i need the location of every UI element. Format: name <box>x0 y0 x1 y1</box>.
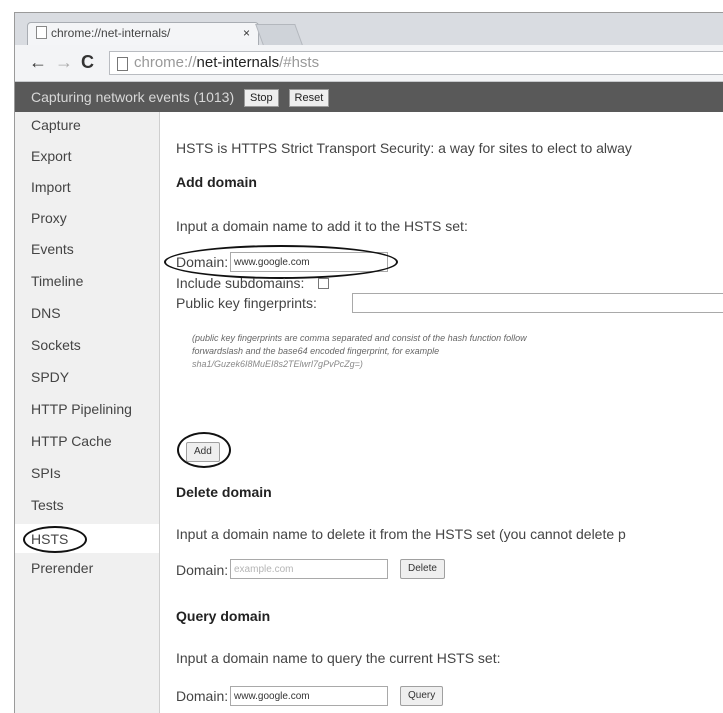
sidebar-item-spis[interactable]: SPIs <box>15 464 159 496</box>
query-domain-description: Input a domain name to query the current… <box>176 650 501 666</box>
sidebar-item-label: SPDY <box>31 369 70 385</box>
tab-title: chrome://net-internals/ <box>51 26 171 40</box>
sidebar-item-timeline[interactable]: Timeline <box>15 272 159 304</box>
sidebar-item-label: DNS <box>31 305 61 321</box>
hsts-intro-text: HSTS is HTTPS Strict Transport Security:… <box>176 140 632 156</box>
hsts-panel: HSTS is HTTPS Strict Transport Security:… <box>160 112 723 713</box>
sidebar-item-export[interactable]: Export <box>15 147 159 179</box>
include-subdomains-label: Include subdomains: <box>176 275 305 291</box>
query-domain-heading: Query domain <box>176 608 271 624</box>
sidebar-item-http-cache[interactable]: HTTP Cache <box>15 432 159 464</box>
reload-icon[interactable]: C <box>81 52 94 72</box>
browser-window: chrome://net-internals/ × ← → C chrome:/… <box>14 12 723 713</box>
sidebar-item-label: Prerender <box>31 560 94 576</box>
capture-status-text: Capturing network events (1013) <box>31 89 235 105</box>
delete-button[interactable]: Delete <box>400 559 445 579</box>
browser-tab[interactable]: chrome://net-internals/ × <box>27 22 259 45</box>
public-key-fingerprints-input[interactable] <box>352 293 723 313</box>
new-tab-button[interactable] <box>255 24 303 45</box>
fingerprint-help-line-1: (public key fingerprints are comma separ… <box>192 333 527 343</box>
sidebar-item-prerender[interactable]: Prerender <box>15 559 159 591</box>
sidebar-item-label: Export <box>31 148 72 164</box>
sidebar-item-label: Capture <box>31 117 81 133</box>
reset-button[interactable]: Reset <box>288 89 330 107</box>
sidebar-item-label: HTTP Cache <box>31 433 112 449</box>
tab-strip: chrome://net-internals/ × <box>15 13 723 45</box>
close-tab-icon[interactable]: × <box>243 23 250 44</box>
sidebar-item-spdy[interactable]: SPDY <box>15 368 159 400</box>
url-host: net-internals <box>196 54 280 71</box>
fingerprint-help-line-3: sha1/Guzek6I8MuEI8s2TElwrl7gPvPcZg=) <box>192 359 363 369</box>
add-button[interactable]: Add <box>186 442 220 462</box>
sidebar-item-capture[interactable]: Capture <box>15 116 159 148</box>
query-domain-label: Domain: <box>176 688 229 704</box>
page-icon <box>117 57 128 71</box>
sidebar-item-label: SPIs <box>31 465 61 481</box>
delete-domain-heading: Delete domain <box>176 484 272 500</box>
include-subdomains-checkbox[interactable] <box>318 278 329 289</box>
sidebar-item-import[interactable]: Import <box>15 178 159 210</box>
back-arrow-icon[interactable]: ← <box>29 52 47 72</box>
stop-button[interactable]: Stop <box>244 89 279 107</box>
fingerprint-help-line-2: forwardslash and the base64 encoded fing… <box>192 346 440 356</box>
address-bar[interactable]: chrome://net-internals/#hsts <box>109 51 723 75</box>
url-path: /#hsts <box>279 54 320 71</box>
add-domain-input[interactable] <box>230 252 388 272</box>
sidebar-item-events[interactable]: Events <box>15 240 159 272</box>
delete-domain-input[interactable] <box>230 559 388 579</box>
delete-domain-description: Input a domain name to delete it from th… <box>176 526 626 542</box>
sidebar-item-label: HTTP Pipelining <box>31 401 132 417</box>
sidebar-item-http-pipelining[interactable]: HTTP Pipelining <box>15 400 159 432</box>
sidebar-item-label: Import <box>31 179 71 195</box>
sidebar-item-proxy[interactable]: Proxy <box>15 209 159 241</box>
sidebar-item-label: Timeline <box>31 273 84 289</box>
query-domain-input[interactable] <box>230 686 388 706</box>
public-key-fingerprints-label: Public key fingerprints: <box>176 295 317 311</box>
capture-status-bar: Capturing network events (1013) Stop Res… <box>15 82 723 112</box>
forward-arrow-icon[interactable]: → <box>55 52 73 72</box>
sidebar-item-label: HSTS <box>31 531 69 547</box>
sidebar-item-dns[interactable]: DNS <box>15 304 159 336</box>
add-domain-heading: Add domain <box>176 174 257 190</box>
navigation-toolbar: ← → C chrome://net-internals/#hsts <box>15 45 723 82</box>
query-button[interactable]: Query <box>400 686 444 706</box>
add-domain-label: Domain: <box>176 254 229 270</box>
sidebar-item-hsts[interactable]: HSTS <box>15 524 159 553</box>
delete-domain-label: Domain: <box>176 562 229 578</box>
sidebar-item-sockets[interactable]: Sockets <box>15 336 159 368</box>
sidebar-item-label: Tests <box>31 497 64 513</box>
sidebar-item-label: Events <box>31 241 74 257</box>
page-icon <box>36 26 47 39</box>
url-scheme: chrome:// <box>134 54 197 71</box>
add-domain-description: Input a domain name to add it to the HST… <box>176 218 468 234</box>
sidebar-item-label: Sockets <box>31 337 81 353</box>
sidebar: Capture Export Import Proxy Events Timel… <box>15 112 160 713</box>
sidebar-item-label: Proxy <box>31 210 67 226</box>
